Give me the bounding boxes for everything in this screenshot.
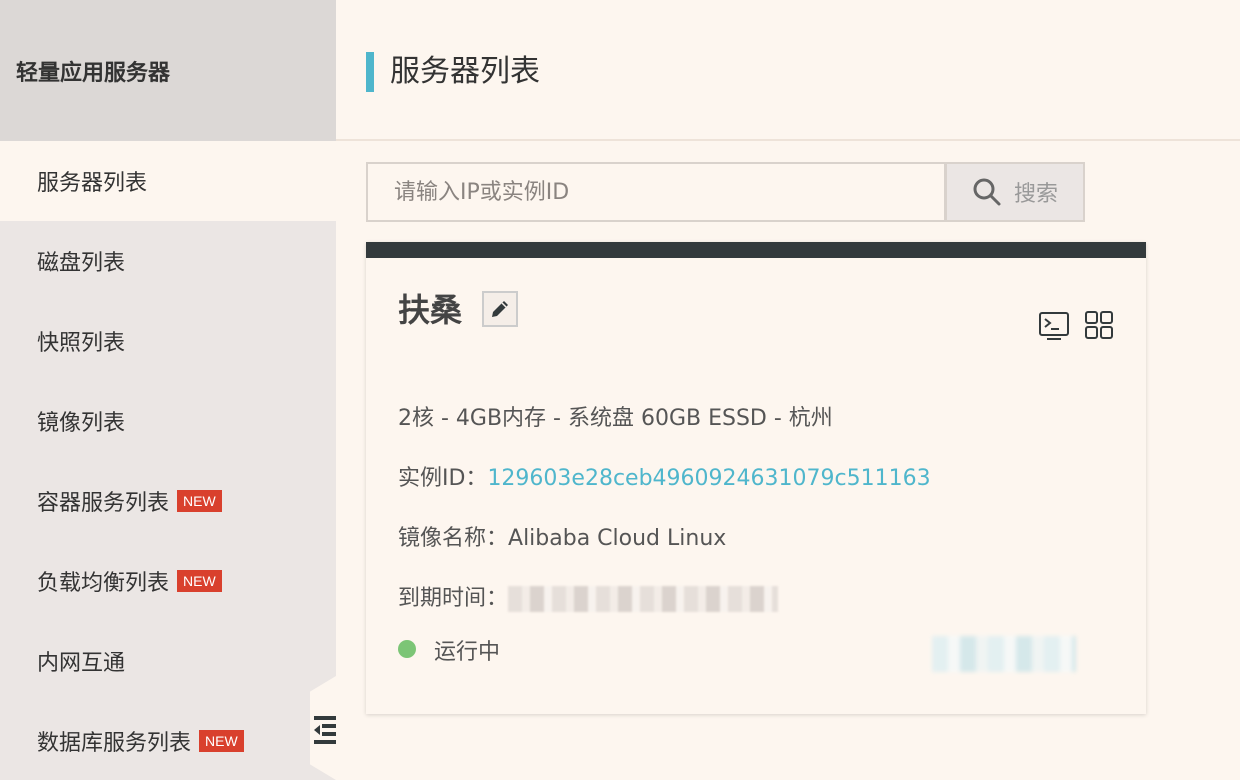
server-spec: 2核 - 4GB内存 - 系统盘 60GB ESSD - 杭州: [398, 406, 833, 431]
status-text: 运行中: [434, 640, 501, 665]
sidebar-item-label: 负载均衡列表: [37, 571, 170, 596]
sidebar: 轻量应用服务器 服务器列表 磁盘列表 快照列表 镜像列表 容器服务列表 NEW …: [0, 0, 336, 780]
sidebar-item-label: 镜像列表: [37, 411, 126, 436]
sidebar-item-label: 快照列表: [37, 331, 126, 356]
title-accent-bar: [366, 52, 374, 92]
collapse-menu-icon[interactable]: [314, 716, 336, 744]
sidebar-item-disk-list[interactable]: 磁盘列表: [0, 221, 336, 301]
sidebar-item-load-balancer-list[interactable]: 负载均衡列表 NEW: [0, 541, 336, 621]
new-badge: NEW: [177, 570, 222, 592]
instance-id-label: 实例ID：: [398, 466, 488, 491]
image-name-row: 镜像名称：Alibaba Cloud Linux: [398, 520, 726, 552]
sidebar-item-container-list[interactable]: 容器服务列表 NEW: [0, 461, 336, 541]
image-name-value: Alibaba Cloud Linux: [508, 526, 727, 551]
redacted-expire-time: [508, 586, 779, 612]
sidebar-title: 轻量应用服务器: [0, 0, 336, 141]
expire-time-label: 到期时间：: [398, 586, 509, 611]
server-name: 扶桑: [398, 291, 463, 329]
search-icon: [973, 178, 1001, 206]
server-card: 扶桑 2核 - 4GB内存 - 系统盘 60GB ESSD - 杭州 实例ID：…: [366, 242, 1146, 714]
app-root: 轻量应用服务器 服务器列表 磁盘列表 快照列表 镜像列表 容器服务列表 NEW …: [0, 0, 1240, 780]
sidebar-item-label: 服务器列表: [37, 171, 148, 196]
new-badge: NEW: [177, 490, 222, 512]
search-input[interactable]: [366, 162, 946, 222]
grid-icon[interactable]: [1084, 310, 1114, 340]
status-indicator: [398, 640, 416, 658]
sidebar-item-image-list[interactable]: 镜像列表: [0, 381, 336, 461]
sidebar-item-label: 数据库服务列表: [37, 731, 192, 756]
page-title: 服务器列表: [390, 54, 540, 89]
image-name-label: 镜像名称：: [398, 526, 509, 551]
expire-time-row: 到期时间：: [398, 580, 779, 612]
instance-id-link[interactable]: 129603e28ceb4960924631079c511163: [487, 466, 930, 491]
instance-id-row: 实例ID：129603e28ceb4960924631079c511163: [398, 460, 931, 492]
sidebar-item-label: 容器服务列表: [37, 491, 170, 516]
sidebar-item-label: 磁盘列表: [37, 251, 126, 276]
sidebar-item-label: 内网互通: [37, 651, 126, 676]
edit-name-button[interactable]: [482, 291, 518, 327]
terminal-icon[interactable]: [1038, 310, 1070, 342]
sidebar-item-snapshot-list[interactable]: 快照列表: [0, 301, 336, 381]
redacted-ip-address: [932, 636, 1076, 672]
main-header: 服务器列表: [336, 0, 1240, 141]
sidebar-item-database-list[interactable]: 数据库服务列表 NEW: [0, 701, 336, 780]
search-button-label: 搜索: [1013, 182, 1058, 207]
sidebar-item-intranet[interactable]: 内网互通: [0, 621, 336, 701]
new-badge: NEW: [199, 730, 244, 752]
search-button[interactable]: 搜索: [945, 162, 1085, 222]
sidebar-item-server-list[interactable]: 服务器列表: [0, 141, 336, 221]
pencil-icon: [492, 301, 508, 317]
